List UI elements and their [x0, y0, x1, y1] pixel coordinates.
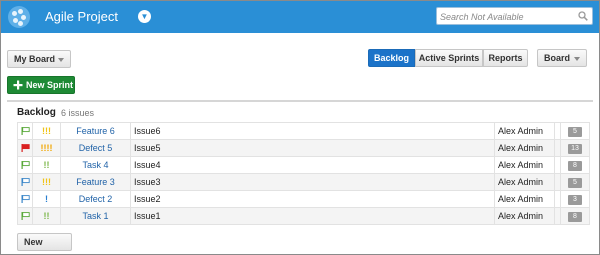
points-cell: 8 — [560, 156, 590, 174]
project-title[interactable]: Agile Project — [45, 9, 118, 24]
blue-flag-icon[interactable] — [21, 195, 30, 203]
story-points-badge: 8 — [568, 212, 582, 222]
issue-key-link[interactable]: Task 1 — [60, 207, 131, 225]
priority-icon: !!! — [42, 177, 51, 187]
chevron-down-icon[interactable]: ▼ — [138, 10, 151, 23]
story-points-badge: 5 — [568, 178, 582, 188]
backlog-heading: Backlog — [17, 107, 56, 118]
issue-key-link[interactable]: Feature 3 — [60, 173, 131, 191]
priority-icon: !! — [43, 160, 50, 170]
issue-count: 6 issues — [61, 108, 95, 118]
flag-cell — [17, 207, 33, 225]
issue-summary: Issue4 — [130, 156, 495, 174]
flag-cell — [17, 139, 33, 157]
priority-cell: !! — [32, 156, 61, 174]
board-menu-button[interactable]: Board — [537, 49, 587, 67]
board-selector-label: My Board — [14, 54, 56, 64]
top-bar: Agile Project ▼ — [1, 1, 599, 33]
issue-assignee: Alex Admin — [494, 122, 555, 140]
new-sprint-label: New Sprint — [26, 80, 74, 90]
priority-cell: !! — [32, 207, 61, 225]
issue-assignee: Alex Admin — [494, 173, 555, 191]
points-cell: 8 — [560, 207, 590, 225]
app-window: Agile Project ▼ My Board Backlog Active … — [0, 0, 600, 255]
issue-assignee: Alex Admin — [494, 139, 555, 157]
points-cell: 13 — [560, 139, 590, 157]
flag-cell — [17, 156, 33, 174]
points-cell: 5 — [560, 122, 590, 140]
search-icon[interactable] — [578, 11, 588, 21]
priority-cell: !!!! — [32, 139, 61, 157]
priority-cell: !!! — [32, 122, 61, 140]
story-points-badge: 8 — [568, 161, 582, 171]
green-flag-icon[interactable] — [21, 161, 30, 169]
issue-assignee: Alex Admin — [494, 190, 555, 208]
priority-icon: !! — [43, 211, 50, 221]
app-logo-icon[interactable] — [8, 6, 30, 28]
backlog-table: !!! Feature 6 Issue6 Alex Admin 5!!!! Defect … — [17, 122, 590, 225]
board-menu-label: Board — [544, 53, 571, 63]
issue-summary: Issue6 — [130, 122, 495, 140]
issue-assignee: Alex Admin — [494, 156, 555, 174]
issue-summary: Issue2 — [130, 190, 495, 208]
tab-active-sprints[interactable]: Active Sprints — [415, 49, 483, 67]
points-cell: 3 — [560, 190, 590, 208]
points-cell: 5 — [560, 173, 590, 191]
flag-cell — [17, 190, 33, 208]
flag-cell — [17, 173, 33, 191]
caret-down-icon — [58, 58, 64, 62]
priority-icon: ! — [45, 194, 48, 204]
new-issue-label: New Issue — [24, 237, 47, 254]
caret-down-icon — [574, 57, 580, 61]
story-points-badge: 5 — [568, 127, 582, 137]
priority-icon: !!! — [42, 126, 51, 136]
issue-key-link[interactable]: Task 4 — [60, 156, 131, 174]
search-input[interactable] — [440, 10, 570, 23]
issue-key-link[interactable]: Feature 6 — [60, 122, 131, 140]
issue-key-link[interactable]: Defect 2 — [60, 190, 131, 208]
red-flag-icon[interactable] — [21, 144, 30, 152]
issue-row[interactable]: ! Defect 2 Issue2 Alex Admin 3 — [17, 190, 590, 208]
priority-cell: ! — [32, 190, 61, 208]
issue-key-link[interactable]: Defect 5 — [60, 139, 131, 157]
issue-summary: Issue1 — [130, 207, 495, 225]
priority-icon: !!!! — [40, 143, 53, 153]
priority-cell: !!! — [32, 173, 61, 191]
blue-flag-icon[interactable] — [21, 178, 30, 186]
issue-summary: Issue3 — [130, 173, 495, 191]
green-flag-icon[interactable] — [21, 212, 30, 220]
tab-reports[interactable]: Reports — [483, 49, 528, 67]
board-selector-button[interactable]: My Board — [7, 50, 71, 68]
plus-icon — [13, 80, 23, 90]
flag-cell — [17, 122, 33, 140]
green-flag-icon[interactable] — [21, 127, 30, 135]
search-box[interactable] — [436, 7, 593, 25]
issue-row[interactable]: !!! Feature 6 Issue6 Alex Admin 5 — [17, 122, 590, 140]
story-points-badge: 13 — [568, 144, 582, 154]
section-divider — [7, 100, 593, 102]
tab-backlog[interactable]: Backlog — [368, 49, 415, 67]
issue-row[interactable]: !!! Feature 3 Issue3 Alex Admin 5 — [17, 173, 590, 191]
issue-row[interactable]: !!!! Defect 5 Issue5 Alex Admin 13 — [17, 139, 590, 157]
story-points-badge: 3 — [568, 195, 582, 205]
issue-row[interactable]: !! Task 4 Issue4 Alex Admin 8 — [17, 156, 590, 174]
issue-row[interactable]: !! Task 1 Issue1 Alex Admin 8 — [17, 207, 590, 225]
new-sprint-button[interactable]: New Sprint — [7, 76, 75, 94]
issue-assignee: Alex Admin — [494, 207, 555, 225]
new-issue-button[interactable]: New Issue — [17, 233, 72, 254]
issue-summary: Issue5 — [130, 139, 495, 157]
